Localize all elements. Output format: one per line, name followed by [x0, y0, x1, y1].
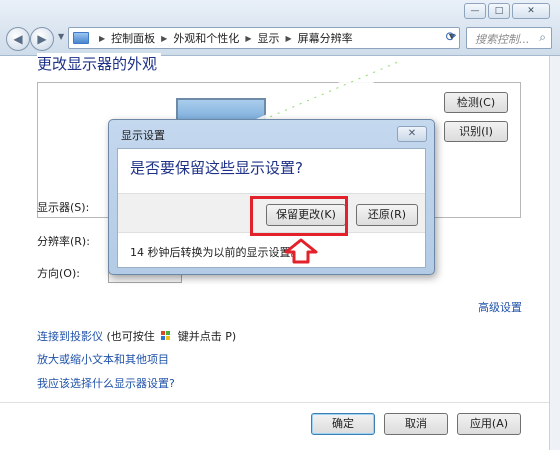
search-placeholder: 搜索控制...: [475, 33, 530, 46]
window-right-edge: [549, 56, 560, 450]
breadcrumb-display[interactable]: 显示: [257, 30, 279, 46]
highlight-box: [250, 196, 348, 236]
minimize-button[interactable]: —: [464, 3, 486, 19]
breadcrumb-control-panel[interactable]: 控制面板: [111, 30, 155, 46]
display-label: 显示器(S):: [37, 201, 90, 214]
forward-button[interactable]: ▶: [30, 27, 54, 51]
projector-note-after: 键并点击 P): [177, 330, 237, 343]
address-bar[interactable]: ▶ 控制面板 ▶ 外观和个性化 ▶ 显示 ▶ 屏幕分辨率 ▼: [68, 27, 460, 49]
recent-pages-dropdown-icon[interactable]: ▼: [58, 32, 64, 41]
apply-button[interactable]: 应用(A): [457, 413, 521, 435]
chevron-right-icon[interactable]: ▶: [245, 34, 251, 43]
projector-note-before: (也可按住: [106, 330, 155, 343]
dialog-close-button[interactable]: ✕: [397, 126, 427, 142]
resolution-label: 分辨率(R):: [37, 235, 90, 248]
page-title: 更改显示器的外观: [37, 53, 162, 74]
projector-row: 连接到投影仪 (也可按住 键并点击 P): [37, 328, 236, 344]
up-arrow-icon: [284, 238, 318, 264]
breadcrumb-appearance[interactable]: 外观和个性化: [173, 30, 239, 46]
search-input[interactable]: 搜索控制... ⌕: [466, 27, 552, 49]
identify-button[interactable]: 识别(I): [444, 121, 508, 142]
orientation-label: 方向(O):: [37, 267, 80, 280]
cancel-button[interactable]: 取消: [384, 413, 448, 435]
chevron-right-icon[interactable]: ▶: [161, 34, 167, 43]
back-button[interactable]: ◀: [6, 27, 30, 51]
control-panel-icon: [73, 32, 89, 44]
chevron-right-icon[interactable]: ▶: [99, 34, 105, 43]
countdown-text: 14 秒钟后转换为以前的显示设置。: [130, 246, 302, 259]
breadcrumb-screen-resolution[interactable]: 屏幕分辨率: [298, 30, 353, 46]
windows-key-icon: [161, 331, 172, 341]
search-icon[interactable]: ⌕: [539, 30, 546, 45]
caption-buttons: — □ ✕: [464, 3, 550, 19]
detect-button[interactable]: 检测(C): [444, 92, 508, 113]
which-settings-link[interactable]: 我应该选择什么显示器设置?: [37, 375, 175, 391]
dialog-title: 显示设置: [121, 129, 165, 142]
refresh-icon[interactable]: ⟳: [441, 28, 461, 48]
ok-button[interactable]: 确定: [311, 413, 375, 435]
footer-divider: [0, 402, 560, 403]
dialog-question: 是否要保留这些显示设置?: [130, 159, 303, 177]
maximize-button[interactable]: □: [488, 3, 510, 19]
revert-button[interactable]: 还原(R): [356, 204, 418, 226]
chevron-right-icon[interactable]: ▶: [285, 34, 291, 43]
title-bar: — □ ✕ ◀ ▶ ▼ ▶ 控制面板 ▶ 外观和个性化 ▶ 显示 ▶ 屏幕分辨率…: [0, 0, 560, 56]
advanced-settings-link[interactable]: 高级设置: [478, 299, 522, 315]
text-size-link[interactable]: 放大或缩小文本和其他项目: [37, 351, 169, 367]
connect-projector-link[interactable]: 连接到投影仪: [37, 330, 103, 343]
close-window-button[interactable]: ✕: [512, 3, 550, 19]
